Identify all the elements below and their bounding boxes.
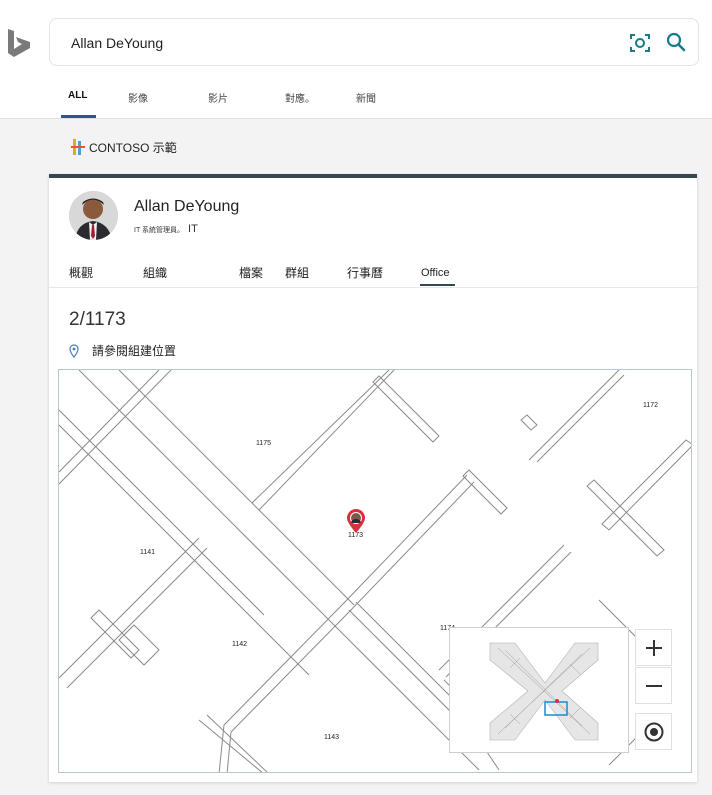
- header: ALL 影像 影片 對應。 新聞: [0, 0, 712, 119]
- active-profile-tab-indicator: [420, 284, 455, 286]
- minimap-floor: [489, 642, 599, 741]
- tab-images[interactable]: 影像: [128, 90, 148, 105]
- locate-building-link[interactable]: 請參閱組建位置: [69, 342, 176, 359]
- profile-tabs: 概觀 組織 檔案 群組 行事曆 Office: [49, 260, 697, 288]
- bing-logo[interactable]: [6, 28, 32, 58]
- contoso-brand: CONTOSO 示範: [71, 137, 177, 157]
- minus-icon: [645, 684, 662, 687]
- office-number: 2/1173: [69, 309, 126, 330]
- search-icon[interactable]: [664, 30, 688, 54]
- people-card: Allan DeYoung IT 系統管理員。 IT 概觀 組織 檔案 群組 行…: [49, 174, 697, 782]
- plus-icon: [645, 639, 662, 656]
- locate-label: 請參閱組建位置: [92, 344, 177, 358]
- search-tabs: ALL 影像 影片 對應。 新聞: [0, 84, 712, 118]
- minimap[interactable]: [449, 627, 629, 753]
- visual-search-icon[interactable]: [628, 31, 652, 55]
- department: IT: [188, 223, 198, 235]
- person-location-pin-icon[interactable]: [345, 508, 367, 534]
- person-role: IT 系統管理員。 IT: [134, 223, 198, 235]
- tab-calendar[interactable]: 行事曆: [347, 264, 383, 281]
- person-name: Allan DeYoung: [134, 198, 240, 215]
- search-box[interactable]: [49, 18, 699, 66]
- location-pin-icon: [69, 343, 79, 358]
- room-label: 1172: [643, 402, 659, 409]
- contoso-label: CONTOSO 示範: [89, 140, 177, 155]
- profile-header: Allan DeYoung IT 系統管理員。 IT 概觀 組織 檔案 群組 行…: [49, 178, 697, 288]
- center-map-button[interactable]: [635, 713, 672, 750]
- tab-files[interactable]: 檔案: [239, 264, 263, 281]
- room-label: 1175: [256, 440, 272, 447]
- tab-groups[interactable]: 群組: [285, 264, 309, 281]
- tab-news[interactable]: 新聞: [356, 90, 376, 105]
- zoom-out-button[interactable]: [635, 667, 672, 704]
- active-tab-indicator: [61, 115, 96, 118]
- tab-overview[interactable]: 概觀: [69, 264, 93, 281]
- tab-office[interactable]: Office: [421, 267, 450, 279]
- room-label: 1143: [324, 734, 340, 741]
- avatar: [69, 191, 118, 240]
- job-title: IT 系統管理員。: [134, 227, 185, 234]
- search-input[interactable]: [71, 31, 591, 55]
- tab-org[interactable]: 組織: [143, 264, 167, 281]
- room-label: 1141: [140, 549, 156, 556]
- tab-videos[interactable]: 影片: [208, 90, 228, 105]
- tab-all[interactable]: ALL: [68, 90, 87, 101]
- floor-map[interactable]: 1172 1175 1173 1141 1142 1143 1174: [58, 369, 692, 773]
- tab-maps[interactable]: 對應。: [285, 90, 315, 105]
- zoom-in-button[interactable]: [635, 629, 672, 666]
- target-icon: [644, 722, 663, 741]
- contoso-icon: [71, 139, 85, 155]
- room-label: 1142: [232, 641, 248, 648]
